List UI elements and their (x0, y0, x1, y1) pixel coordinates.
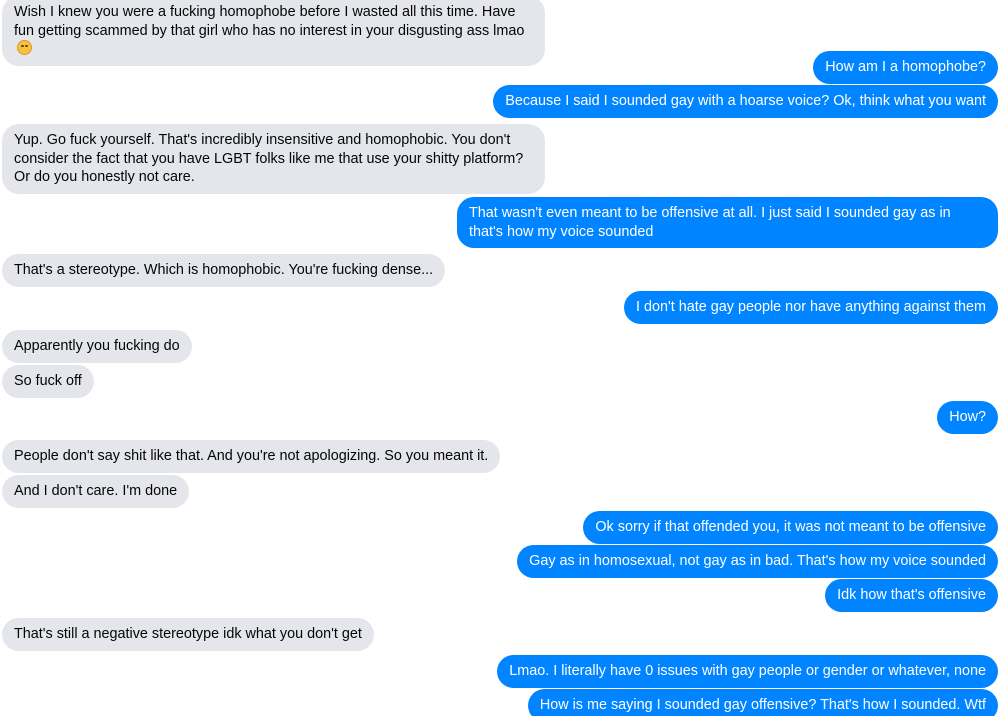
message-text: Because I said I sounded gay with a hoar… (505, 93, 986, 109)
message-text: Idk how that's offensive (837, 587, 986, 603)
incoming-message: So fuck off (2, 365, 94, 398)
outgoing-message: Ok sorry if that offended you, it was no… (583, 511, 998, 544)
incoming-message: That's a stereotype. Which is homophobic… (2, 254, 446, 287)
incoming-message: Yup. Go fuck yourself. That's incredibly… (2, 124, 545, 194)
outgoing-message: How? (937, 401, 998, 434)
incoming-message: And I don't care. I'm done (2, 475, 190, 508)
outgoing-message: Because I said I sounded gay with a hoar… (493, 85, 998, 118)
conversation: Wish I knew you were a fucking homophobe… (0, 0, 1000, 716)
outgoing-message: How is me saying I sounded gay offensive… (527, 689, 998, 716)
message-text: I don't hate gay people nor have anythin… (636, 299, 986, 315)
message-text: That's a stereotype. Which is homophobic… (14, 262, 434, 278)
outgoing-message: Gay as in homosexual, not gay as in bad.… (517, 545, 998, 578)
message-text: How am I a homophobe? (825, 59, 986, 75)
message-text: Gay as in homosexual, not gay as in bad.… (529, 553, 986, 569)
outgoing-message: Lmao. I literally have 0 issues with gay… (497, 655, 998, 688)
incoming-message: Wish I knew you were a fucking homophobe… (2, 0, 545, 66)
message-text: Apparently you fucking do (14, 338, 180, 354)
message-text: That's still a negative stereotype idk w… (14, 626, 362, 642)
outgoing-message: How am I a homophobe? (813, 51, 998, 84)
message-text: And I don't care. I'm done (14, 483, 178, 499)
message-text: How? (949, 409, 986, 425)
message-text: People don't say shit like that. And you… (14, 448, 489, 464)
outgoing-message: That wasn't even meant to be offensive a… (457, 197, 998, 248)
outgoing-message: I don't hate gay people nor have anythin… (624, 291, 998, 324)
message-text: That wasn't even meant to be offensive a… (469, 205, 951, 240)
laughing-emoji-icon (17, 40, 32, 55)
message-text: Wish I knew you were a fucking homophobe… (14, 4, 525, 39)
message-text: So fuck off (14, 373, 82, 389)
outgoing-message: Idk how that's offensive (825, 579, 998, 612)
incoming-message: People don't say shit like that. And you… (2, 440, 501, 473)
incoming-message: Apparently you fucking do (2, 330, 192, 363)
message-text: How is me saying I sounded gay offensive… (539, 697, 986, 713)
message-text: Lmao. I literally have 0 issues with gay… (509, 663, 986, 679)
message-text: Ok sorry if that offended you, it was no… (595, 519, 986, 535)
incoming-message: That's still a negative stereotype idk w… (2, 618, 374, 651)
message-text: Yup. Go fuck yourself. That's incredibly… (14, 132, 524, 185)
